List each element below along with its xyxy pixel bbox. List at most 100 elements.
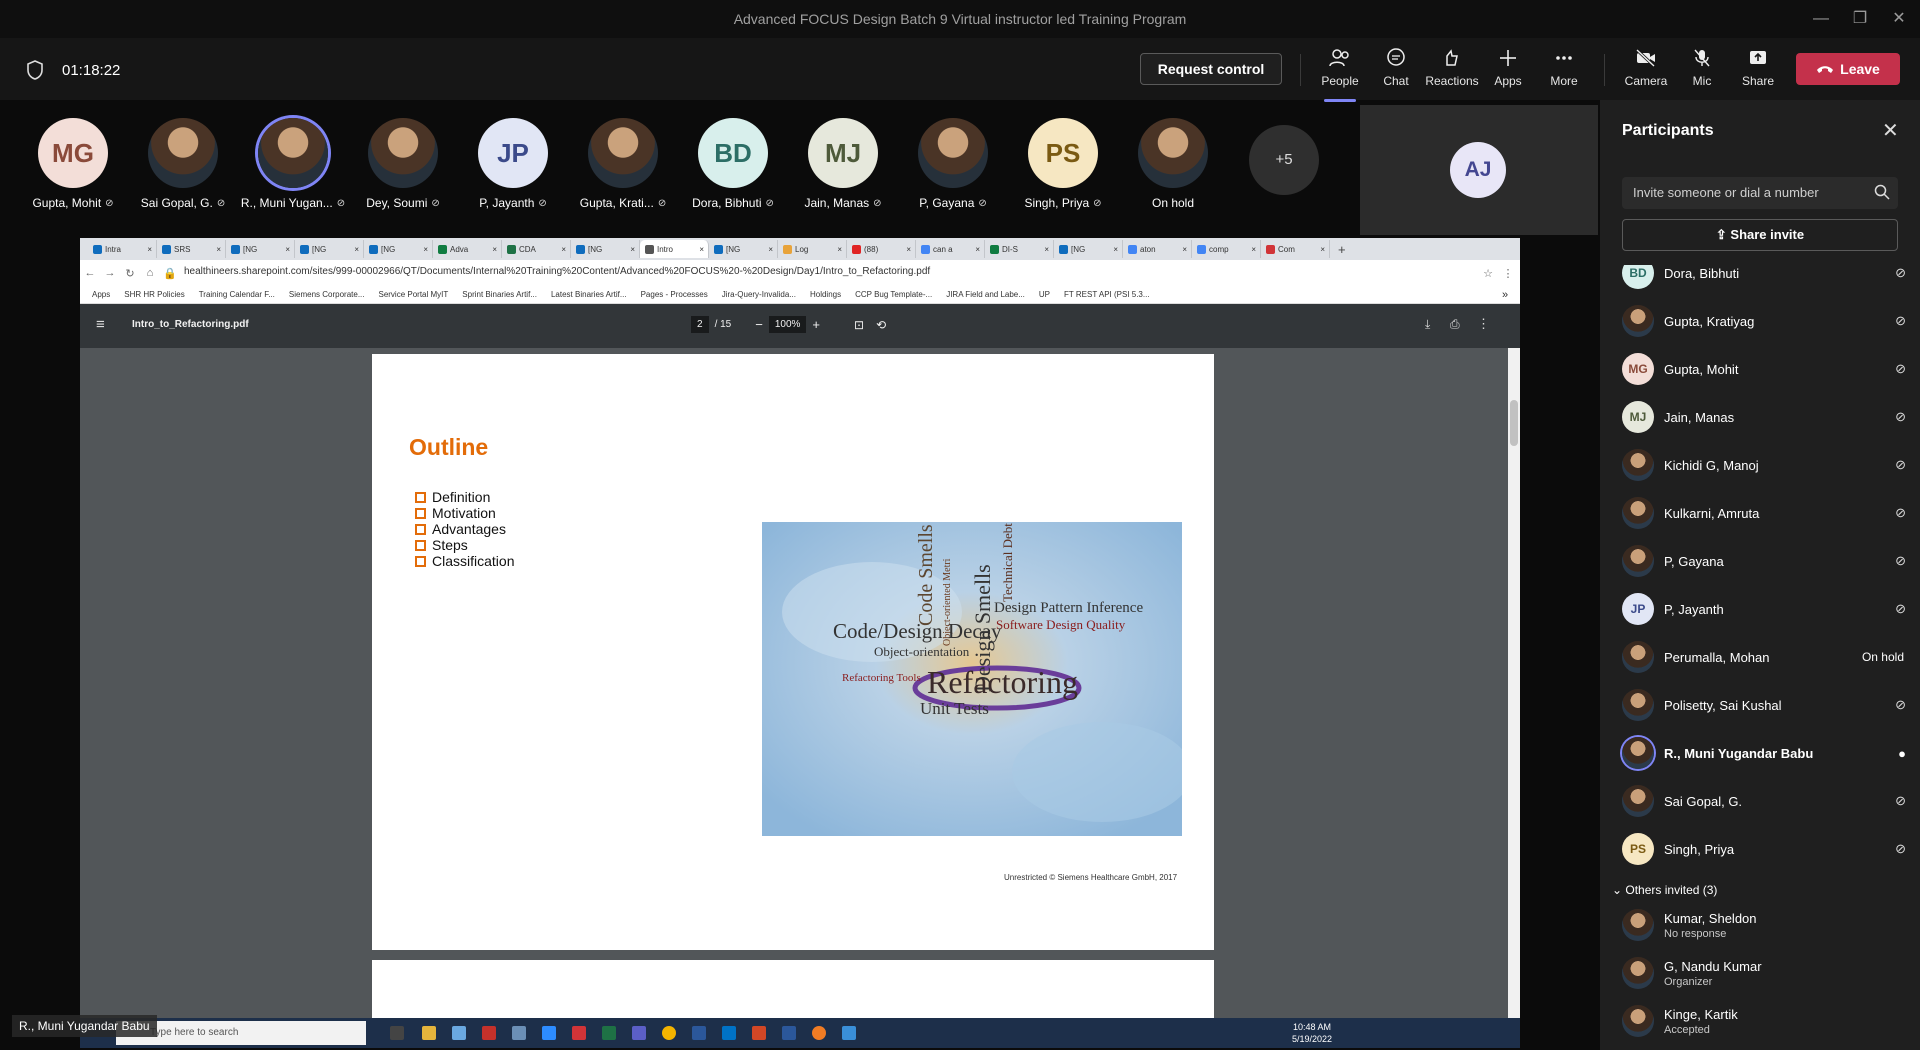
- tab-close-icon[interactable]: ×: [492, 245, 497, 254]
- new-tab-icon[interactable]: +: [1338, 242, 1346, 257]
- tab-close-icon[interactable]: ×: [423, 245, 428, 254]
- attendee-tile[interactable]: MJ Jain, Manas ⊘: [788, 118, 898, 210]
- bookmark-item[interactable]: Sprint Binaries Artif...: [462, 290, 537, 299]
- powerpoint-icon[interactable]: [752, 1026, 766, 1040]
- participant-row[interactable]: Sai Gopal, G. ⊘: [1622, 781, 1912, 821]
- participant-row[interactable]: Gupta, Kratiyag ⊘: [1622, 301, 1912, 341]
- bookmark-item[interactable]: Latest Binaries Artif...: [551, 290, 627, 299]
- pdf-app-icon[interactable]: [482, 1026, 496, 1040]
- participant-row[interactable]: MG Gupta, Mohit ⊘: [1622, 349, 1912, 389]
- participant-row[interactable]: P, Gayana ⊘: [1622, 541, 1912, 581]
- browser-tab[interactable]: Adva ×: [433, 240, 502, 258]
- invite-input[interactable]: Invite someone or dial a number: [1622, 177, 1898, 209]
- task-view-icon[interactable]: [390, 1026, 404, 1040]
- invited-row[interactable]: Kumar, Sheldon No response: [1622, 905, 1912, 945]
- tab-close-icon[interactable]: ×: [975, 245, 980, 254]
- bookmark-item[interactable]: Jira-Query-Invalida...: [722, 290, 796, 299]
- browser-tab[interactable]: [NG ×: [709, 240, 778, 258]
- url-text[interactable]: healthineers.sharepoint.com/sites/999-00…: [184, 266, 930, 277]
- participant-row[interactable]: BD Dora, Bibhuti ⊘: [1622, 265, 1912, 293]
- pdf-scrollbar[interactable]: [1508, 348, 1520, 1018]
- bookmark-item[interactable]: Pages - Processes: [641, 290, 708, 299]
- share-invite-button[interactable]: ⇪ Share invite: [1622, 219, 1898, 251]
- print-icon[interactable]: ⎙: [1450, 317, 1460, 332]
- invited-row[interactable]: Kinge, Kartik Accepted: [1622, 1001, 1912, 1041]
- reactions-button[interactable]: Reactions: [1424, 46, 1480, 96]
- participant-row[interactable]: Kulkarni, Amruta ⊘: [1622, 493, 1912, 533]
- scrollbar-thumb[interactable]: [1510, 400, 1518, 446]
- tab-close-icon[interactable]: ×: [216, 245, 221, 254]
- bookmark-item[interactable]: JIRA Field and Labe...: [946, 290, 1025, 299]
- people-button[interactable]: People: [1312, 46, 1368, 102]
- more-bookmarks-icon[interactable]: »: [1502, 289, 1508, 301]
- tab-close-icon[interactable]: ×: [630, 245, 635, 254]
- browser-tab[interactable]: [NG ×: [364, 240, 433, 258]
- participant-row[interactable]: Polisetty, Sai Kushal ⊘: [1622, 685, 1912, 725]
- share-button[interactable]: Share: [1730, 46, 1786, 96]
- tab-close-icon[interactable]: ×: [561, 245, 566, 254]
- attendee-tile[interactable]: MG Gupta, Mohit ⊘: [18, 118, 128, 210]
- bookmark-item[interactable]: Apps: [92, 290, 110, 299]
- bookmark-item[interactable]: Holdings: [810, 290, 841, 299]
- browser-tab[interactable]: Intra ×: [88, 240, 157, 258]
- attendee-tile[interactable]: Dey, Soumi ⊘: [348, 118, 458, 210]
- zoom-in-icon[interactable]: +: [812, 317, 820, 332]
- browser-tab[interactable]: aton ×: [1123, 240, 1192, 258]
- zoom-out-icon[interactable]: −: [755, 317, 763, 332]
- home-icon[interactable]: ⌂: [140, 267, 160, 279]
- taskbar-clock[interactable]: 10:48 AM 5/19/2022: [1292, 1021, 1332, 1045]
- bookmark-item[interactable]: Training Calendar F...: [199, 290, 275, 299]
- menu-kebab-icon[interactable]: ⋮: [1498, 267, 1518, 280]
- zoom-level[interactable]: 100%: [768, 316, 807, 333]
- tab-close-icon[interactable]: ×: [285, 245, 290, 254]
- request-control-button[interactable]: Request control: [1140, 53, 1282, 85]
- bookmark-item[interactable]: SHR HR Policies: [124, 290, 184, 299]
- chrome-icon[interactable]: [662, 1026, 676, 1040]
- acrobat-icon[interactable]: [572, 1026, 586, 1040]
- app-icon[interactable]: [812, 1026, 826, 1040]
- browser-tab[interactable]: [NG ×: [295, 240, 364, 258]
- pdf-more-icon[interactable]: ⋮: [1477, 316, 1490, 332]
- tab-close-icon[interactable]: ×: [1113, 245, 1118, 254]
- minimize-icon[interactable]: —: [1810, 8, 1832, 30]
- self-video-tile[interactable]: AJ: [1360, 105, 1598, 235]
- more-attendees-button[interactable]: +5: [1249, 125, 1319, 195]
- bookmark-item[interactable]: Service Portal MyIT: [378, 290, 448, 299]
- mic-button[interactable]: Mic: [1674, 46, 1730, 96]
- browser-tab[interactable]: [NG ×: [1054, 240, 1123, 258]
- forward-icon[interactable]: →: [100, 267, 120, 279]
- close-icon[interactable]: ✕: [1882, 118, 1899, 143]
- attendee-tile[interactable]: BD Dora, Bibhuti ⊘: [678, 118, 788, 210]
- hamburger-menu-icon[interactable]: ≡: [96, 316, 105, 333]
- tab-close-icon[interactable]: ×: [1320, 245, 1325, 254]
- zoom-icon[interactable]: [542, 1026, 556, 1040]
- star-icon[interactable]: ☆: [1478, 267, 1498, 280]
- browser-tab[interactable]: [NG ×: [571, 240, 640, 258]
- attendee-tile[interactable]: PS Singh, Priya ⊘: [1008, 118, 1118, 210]
- attendee-tile[interactable]: Gupta, Krati... ⊘: [568, 118, 678, 210]
- browser-tab[interactable]: Log ×: [778, 240, 847, 258]
- participant-row[interactable]: R., Muni Yugandar Babu ●: [1622, 733, 1912, 773]
- tab-close-icon[interactable]: ×: [1182, 245, 1187, 254]
- bookmark-item[interactable]: UP: [1039, 290, 1050, 299]
- bookmark-item[interactable]: Siemens Corporate...: [289, 290, 365, 299]
- tab-close-icon[interactable]: ×: [1044, 245, 1049, 254]
- app-icon[interactable]: [452, 1026, 466, 1040]
- attendee-tile[interactable]: Sai Gopal, G. ⊘: [128, 118, 238, 210]
- participant-row[interactable]: Kichidi G, Manoj ⊘: [1622, 445, 1912, 485]
- browser-tab[interactable]: Com ×: [1261, 240, 1330, 258]
- tab-close-icon[interactable]: ×: [147, 245, 152, 254]
- download-icon[interactable]: ⤓: [1425, 317, 1430, 332]
- tab-close-icon[interactable]: ×: [768, 245, 773, 254]
- browser-tab[interactable]: can a ×: [916, 240, 985, 258]
- rotate-icon[interactable]: ⟲: [876, 318, 886, 332]
- participant-row[interactable]: MJ Jain, Manas ⊘: [1622, 397, 1912, 437]
- apps-button[interactable]: Apps: [1480, 46, 1536, 96]
- camera-button[interactable]: Camera: [1618, 46, 1674, 96]
- outlook-icon[interactable]: [722, 1026, 736, 1040]
- file-explorer-icon[interactable]: [422, 1026, 436, 1040]
- chat-button[interactable]: Chat: [1368, 46, 1424, 96]
- browser-tab[interactable]: Intro ×: [640, 240, 709, 258]
- tab-close-icon[interactable]: ×: [837, 245, 842, 254]
- fit-page-icon[interactable]: ⊡: [854, 318, 864, 332]
